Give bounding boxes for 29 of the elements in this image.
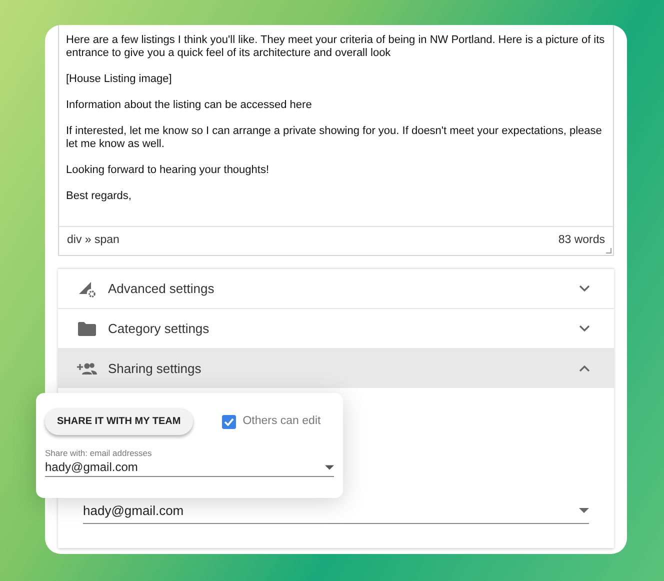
text-editor[interactable] xyxy=(58,25,614,256)
paragraph: [House Listing image] xyxy=(66,73,173,86)
settings-section-header[interactable]: Sharing settings xyxy=(58,348,614,388)
email-field[interactable]: hady@gmail.com xyxy=(45,458,334,477)
chevron-up-icon xyxy=(579,365,590,372)
dropdown-caret-icon xyxy=(579,508,589,513)
resize-handle-icon[interactable] xyxy=(605,247,612,254)
element-path: div » span xyxy=(67,233,120,248)
settings-section-header[interactable]: Advanced settings xyxy=(58,268,614,308)
section-title: Category settings xyxy=(108,320,210,338)
paragraph: Information about the listing can be accessed here xyxy=(66,99,313,112)
paragraph: If interested, let me know so I can arrange a private showing for you. If doesn't meet your expectations, please let me know as well. xyxy=(66,125,603,151)
checkbox-label: Others can edit xyxy=(242,414,321,429)
field-label: Share with: email addresses xyxy=(45,448,153,458)
paragraph: Looking forward to hearing your thoughts! xyxy=(66,164,270,177)
dropdown-caret-icon xyxy=(325,464,334,470)
settings-section-header[interactable]: Category settings xyxy=(58,308,614,348)
signal-gear-icon xyxy=(78,280,96,298)
add-people-icon xyxy=(77,362,97,375)
paragraph: Best regards, xyxy=(66,190,132,203)
share-with-team-button[interactable]: SHARE IT WITH MY TEAM xyxy=(45,408,193,435)
chevron-down-icon xyxy=(579,325,590,332)
paragraph: Here are a few listings I think you'll like. They meet your criteria of being in NW Portland. Here is a picture of its entrance to give you a quick feel of its architecture and overall look xyxy=(66,34,606,60)
word-count: 83 words xyxy=(558,233,605,248)
folder-icon xyxy=(78,322,96,336)
section-title: Advanced settings xyxy=(108,280,216,298)
section-title: Sharing settings xyxy=(108,360,202,378)
others-can-edit-checkbox[interactable] xyxy=(222,414,236,428)
chevron-down-icon xyxy=(579,285,590,292)
